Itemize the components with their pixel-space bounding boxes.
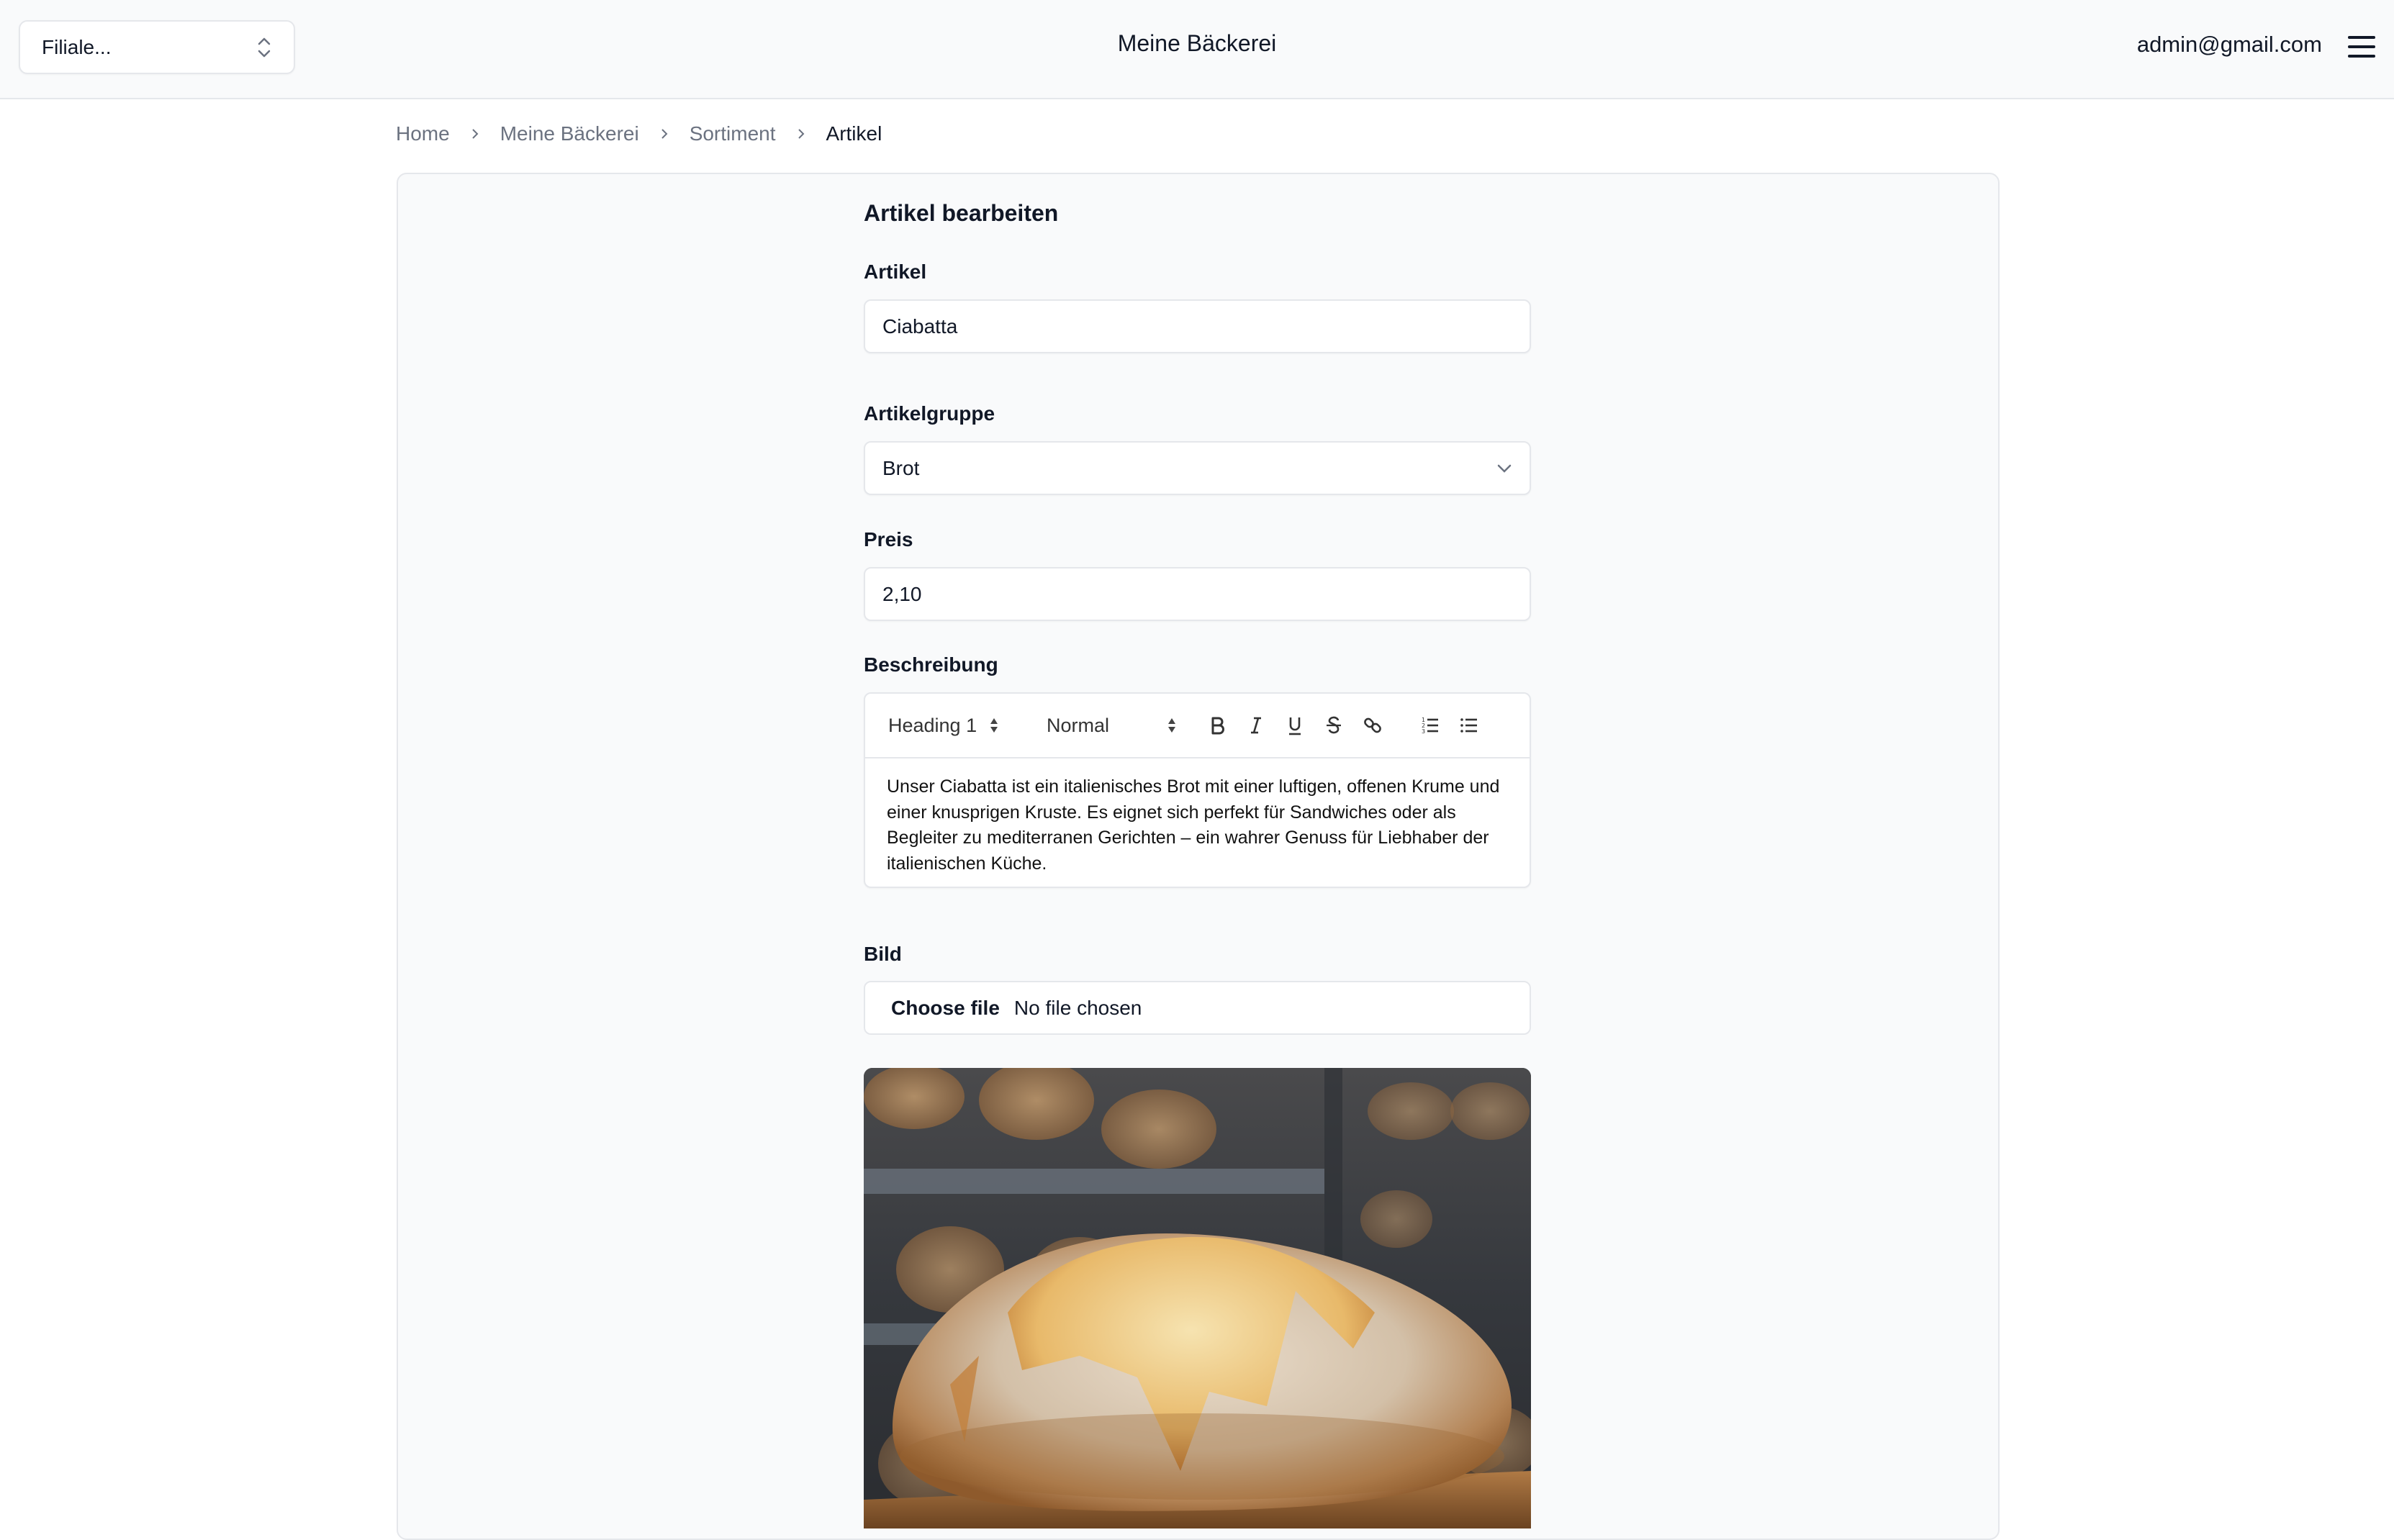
size-select[interactable]: Normal: [1047, 715, 1198, 737]
hamburger-menu-icon[interactable]: [2348, 36, 2375, 58]
beschreibung-label: Beschreibung: [864, 653, 998, 676]
rich-text-editor: Heading 1 Normal 1 2 3 Unser Ciabatta is…: [864, 692, 1531, 888]
ordered-list-icon: 123: [1422, 717, 1438, 735]
form-title: Artikel bearbeiten: [864, 200, 1059, 226]
file-status: No file chosen: [1013, 996, 1142, 1019]
chevron-right-icon: [661, 129, 668, 139]
breadcrumb-home[interactable]: Home: [396, 122, 450, 145]
preis-label: Preis: [864, 528, 913, 551]
chevron-right-icon: [471, 129, 479, 139]
link-button[interactable]: [1353, 706, 1392, 745]
bread-photo: [864, 1068, 1531, 1528]
chevron-right-icon: [798, 129, 804, 139]
choose-file-button[interactable]: Choose file: [891, 997, 1000, 1020]
heading-select-value: Heading 1: [888, 714, 977, 736]
user-email[interactable]: admin@gmail.com: [2137, 32, 2322, 58]
chevron-down-icon: [1497, 464, 1512, 473]
preis-input[interactable]: 2,10: [864, 567, 1531, 621]
bullet-list-icon: [1460, 718, 1477, 733]
menu-bar: [2348, 55, 2375, 58]
editor-content[interactable]: Unser Ciabatta ist ein italienisches Bro…: [865, 758, 1530, 892]
italic-button[interactable]: [1237, 706, 1275, 745]
menu-bar: [2348, 36, 2375, 39]
bild-label: Bild: [864, 943, 902, 965]
image-preview: [864, 1068, 1531, 1528]
link-icon: [1364, 717, 1381, 733]
underline-button[interactable]: [1275, 706, 1314, 745]
breadcrumb: Home Meine Bäckerei Sortiment Artikel: [396, 122, 882, 145]
strikethrough-button[interactable]: [1314, 706, 1353, 745]
artikel-input[interactable]: Ciabatta: [864, 299, 1531, 353]
italic-icon: [1251, 717, 1261, 734]
size-select-value: Normal: [1047, 714, 1110, 736]
strikethrough-icon: [1327, 716, 1341, 734]
bold-icon: [1211, 717, 1224, 735]
heading-select[interactable]: Heading 1: [888, 715, 1025, 737]
preis-value: 2,10: [882, 582, 922, 605]
breadcrumb-bakery[interactable]: Meine Bäckerei: [500, 122, 639, 145]
artikelgruppe-select[interactable]: Brot: [864, 441, 1531, 495]
artikel-value: Ciabatta: [882, 314, 958, 338]
top-header: Filiale... Meine Bäckerei admin@gmail.co…: [0, 0, 2394, 99]
artikel-label: Artikel: [864, 261, 927, 283]
underline-icon: [1289, 717, 1301, 735]
ordered-list-button[interactable]: 123: [1411, 706, 1450, 745]
bullet-list-button[interactable]: [1450, 706, 1489, 745]
svg-text:3: 3: [1422, 728, 1425, 735]
artikelgruppe-value: Brot: [882, 456, 920, 479]
artikelgruppe-label: Artikelgruppe: [864, 402, 995, 425]
image-file-input[interactable]: Choose file No file chosen: [864, 981, 1531, 1035]
updown-caret-icon: [990, 718, 998, 733]
breadcrumb-artikel: Artikel: [826, 122, 882, 145]
menu-bar: [2348, 45, 2375, 48]
bold-button[interactable]: [1198, 706, 1237, 745]
breadcrumb-sortiment[interactable]: Sortiment: [690, 122, 776, 145]
editor-toolbar: Heading 1 Normal 1 2 3: [865, 694, 1530, 758]
app-title: Meine Bäckerei: [1117, 30, 1277, 56]
updown-caret-icon: [1168, 718, 1175, 733]
